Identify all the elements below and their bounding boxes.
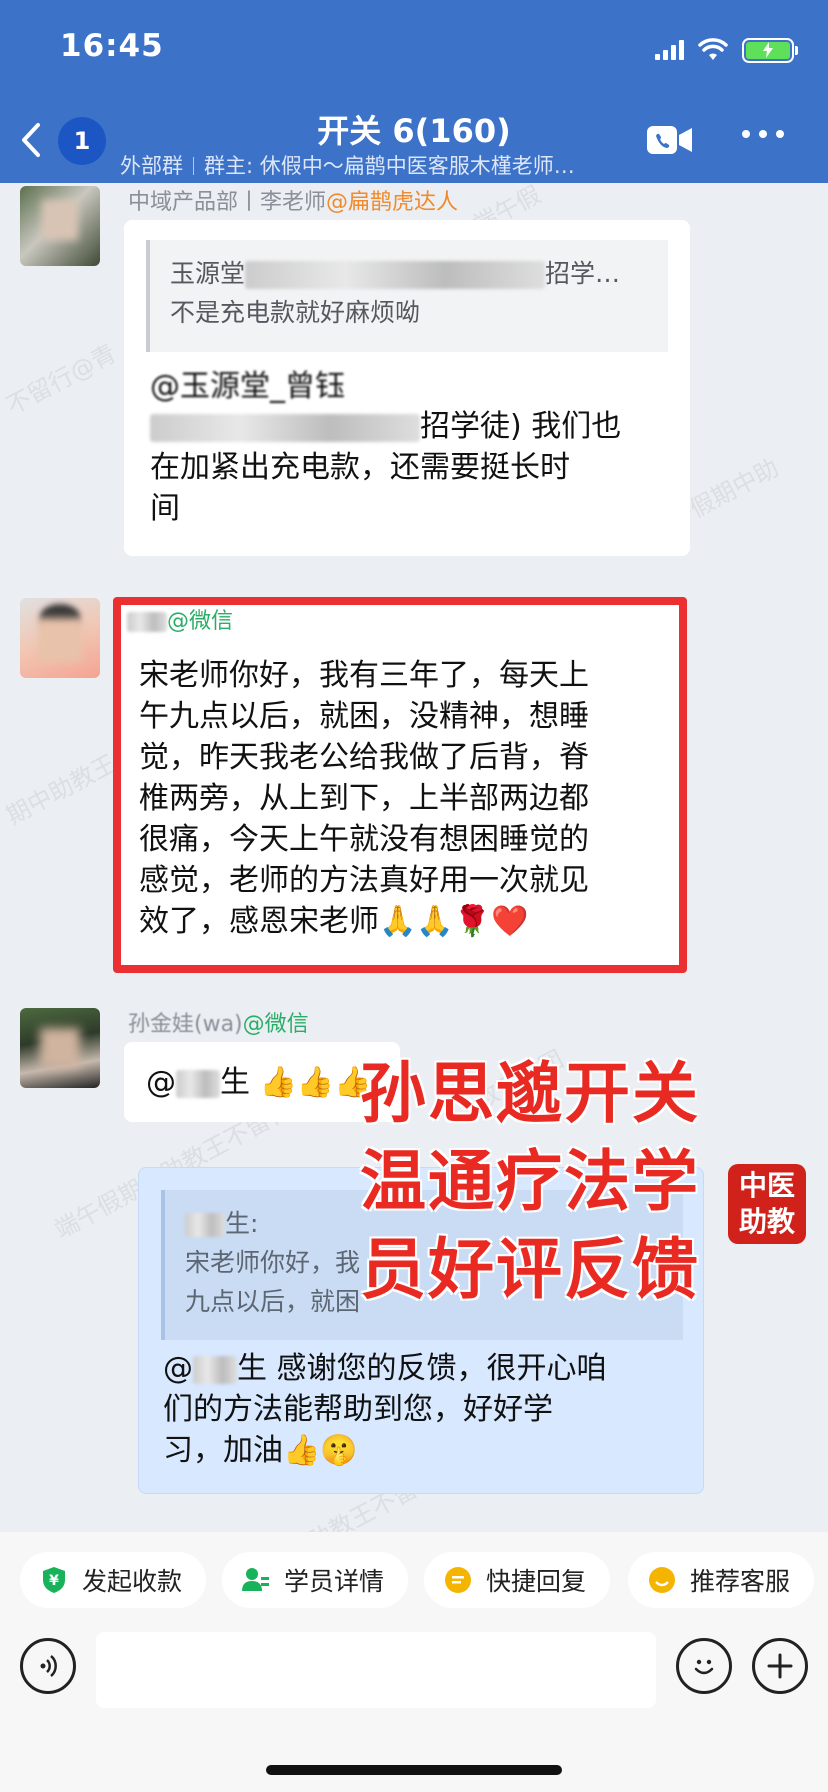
- watermark: 不留行@青: [1, 339, 121, 421]
- chat-subtitle: 外部群 群主: 休假中～扁鹊中医客服木槿老师…: [120, 150, 620, 180]
- quick-action-bar: ¥ 发起收款 学员详情 快捷回复 推荐客服: [0, 1532, 828, 1628]
- more-button[interactable]: [742, 130, 784, 138]
- avatar[interactable]: [20, 598, 100, 678]
- message-bubble[interactable]: @ 生 👍👍👍: [124, 1042, 400, 1122]
- home-indicator[interactable]: [266, 1765, 562, 1775]
- overlay-title-line: 员好评反馈: [360, 1231, 700, 1308]
- avatar[interactable]: [20, 186, 100, 266]
- signal-icon: [655, 40, 684, 60]
- brand-logo: 中医 助教: [728, 1164, 806, 1244]
- quick-reply-icon: [444, 1566, 472, 1594]
- more-actions-button[interactable]: [752, 1638, 808, 1694]
- quick-reply-button[interactable]: 快捷回复: [424, 1552, 610, 1608]
- sender-name: @微信: [127, 603, 233, 635]
- status-icons: [655, 36, 798, 64]
- user-detail-icon: [242, 1566, 270, 1594]
- overlay-title-line: 温通疗法学: [360, 1143, 700, 1220]
- highlighted-message[interactable]: @微信 宋老师你好，我有三年了，每天上 午九点以后，就困，没精神，想睡 觉，昨天…: [113, 597, 687, 973]
- emoji-button[interactable]: [676, 1638, 732, 1694]
- chat-header: 16:45 1 开关 6(160) 外部群 群主: 休假中～扁鹊中医客服木槿老师…: [0, 0, 828, 183]
- message-text: @玉源堂_曾钰 招学徒) 我们也 在加紧出充电款，还需要挺长时 间: [150, 369, 622, 526]
- message-text: 宋老师你好，我有三年了，每天上 午九点以后，就困，没精神，想睡 觉，昨天我老公给…: [139, 658, 589, 939]
- status-time: 16:45: [60, 28, 164, 64]
- overlay-title-line: 孙思邈开关: [360, 1055, 700, 1132]
- avatar[interactable]: [20, 1008, 100, 1088]
- video-call-button[interactable]: [646, 122, 694, 158]
- message-text: @ 生 感谢您的反馈，很开心咱 们的方法能帮助到您，好好学 习，加油👍🤫: [163, 1351, 607, 1468]
- svg-text:¥: ¥: [49, 1573, 59, 1589]
- service-icon: [648, 1566, 676, 1594]
- recommend-service-button[interactable]: 推荐客服: [628, 1552, 814, 1608]
- video-icon: [647, 126, 692, 154]
- sender-name: 孙金娃(wa)@微信: [128, 1012, 309, 1037]
- group-owner: 群主: 休假中～扁鹊中医客服木槿老师…: [204, 154, 575, 178]
- sender-name: 中域产品部丨李老师@扁鹊虎达人: [128, 190, 459, 215]
- quoted-message[interactable]: 玉源堂 招学… 不是充电款就好麻烦呦: [146, 240, 668, 352]
- message-bubble[interactable]: 玉源堂 招学… 不是充电款就好麻烦呦 @玉源堂_曾钰 招学徒) 我们也 在加紧出充…: [124, 220, 690, 556]
- student-details-button[interactable]: 学员详情: [222, 1552, 408, 1608]
- watermark: 期中助教王: [1, 749, 121, 831]
- message-input[interactable]: [96, 1632, 656, 1708]
- chat-title: 开关 6(160): [317, 112, 511, 150]
- voice-button[interactable]: [20, 1638, 76, 1694]
- collect-payment-button[interactable]: ¥ 发起收款: [20, 1552, 206, 1608]
- group-tag: 外部群: [120, 154, 183, 178]
- wifi-icon: [698, 38, 728, 60]
- message-text: @ 生 👍👍👍: [146, 1065, 372, 1100]
- emoji-icon: [694, 1659, 714, 1675]
- payment-icon: ¥: [40, 1566, 68, 1594]
- plus-icon: [767, 1653, 793, 1679]
- voice-icon: [40, 1655, 57, 1677]
- battery-icon: [742, 37, 798, 63]
